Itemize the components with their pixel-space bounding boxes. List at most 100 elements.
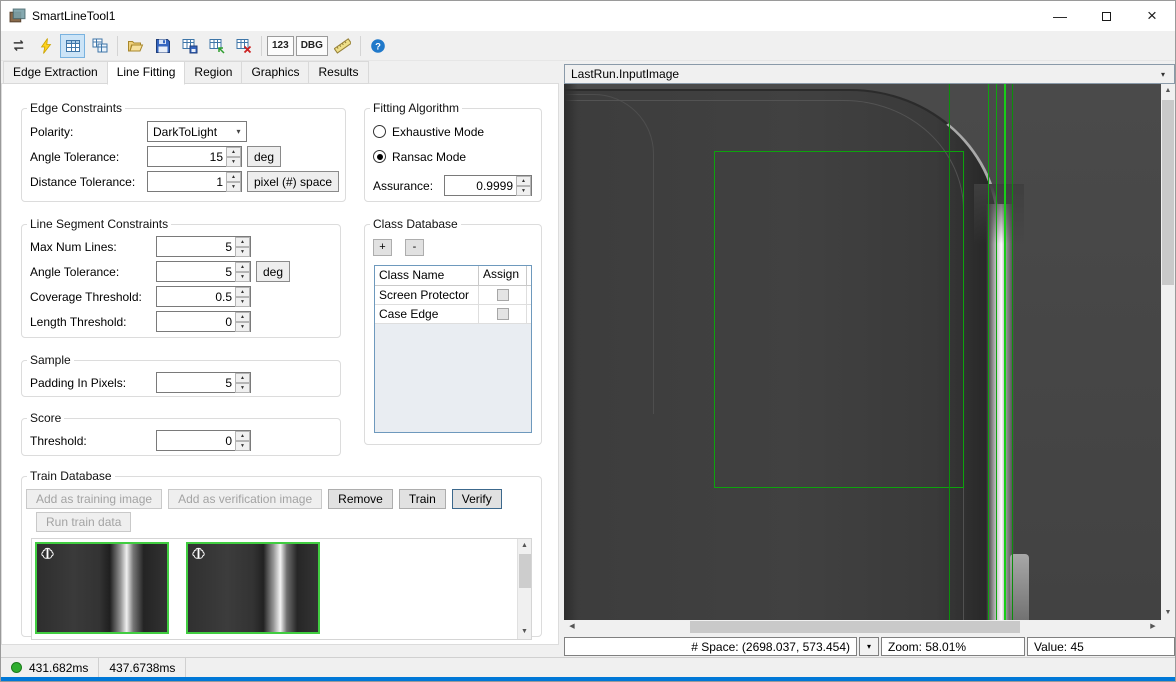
class-table[interactable]: Class Name Assign Screen Protector Case … [374, 265, 532, 433]
spin-up-button[interactable]: ▲ [226, 147, 241, 157]
scroll-left-icon[interactable]: ◀ [564, 620, 580, 634]
space-selector-dropdown[interactable]: ▾ [859, 637, 879, 656]
scroll-down-icon[interactable]: ▼ [1161, 606, 1175, 620]
spin-up-button[interactable]: ▲ [516, 176, 531, 186]
save-button[interactable] [150, 34, 175, 58]
length-threshold-input[interactable] [157, 312, 235, 331]
number-format-button[interactable]: 123 [267, 36, 294, 56]
distance-unit-button[interactable]: pixel (#) space [247, 171, 339, 192]
scrollbar-thumb[interactable] [519, 554, 531, 588]
spin-down-button[interactable]: ▼ [235, 272, 250, 282]
spin-down-button[interactable]: ▼ [226, 182, 241, 192]
padding-spinner[interactable]: ▲ ▼ [156, 372, 251, 393]
tab-results[interactable]: Results [308, 61, 368, 84]
swap-compare-button[interactable] [6, 34, 31, 58]
angle-tolerance-input[interactable] [148, 147, 226, 166]
scrollbar-thumb[interactable] [690, 621, 1020, 633]
assurance-spinner[interactable]: ▲ ▼ [444, 175, 532, 196]
segment-angle-tolerance-input[interactable] [157, 262, 235, 281]
scroll-right-icon[interactable]: ▶ [1145, 620, 1161, 634]
image-shading [564, 84, 578, 620]
training-thumbnail[interactable] [35, 542, 169, 634]
padding-input[interactable] [157, 373, 235, 392]
add-verification-image-button[interactable]: Add as verification image [168, 489, 322, 509]
tab-line-fitting[interactable]: Line Fitting [107, 61, 186, 85]
import-grid-button[interactable] [204, 34, 229, 58]
run-train-data-button[interactable]: Run train data [36, 512, 131, 532]
vertical-scrollbar[interactable]: ▲ ▼ [1161, 84, 1175, 620]
ransac-mode-radio[interactable]: Ransac Mode [365, 144, 541, 169]
remove-image-button[interactable]: Remove [328, 489, 393, 509]
angle-tolerance-spinner[interactable]: ▲ ▼ [147, 146, 242, 167]
segment-angle-unit-button[interactable]: deg [256, 261, 290, 282]
delete-grid-button[interactable] [231, 34, 256, 58]
maximize-button[interactable] [1083, 1, 1129, 31]
coverage-threshold-input[interactable] [157, 287, 235, 306]
image-status-row: # Space: (2698.037, 573.454) ▾ Zoom: 58.… [564, 637, 1175, 656]
coverage-threshold-spinner[interactable]: ▲ ▼ [156, 286, 251, 307]
distance-tolerance-spinner[interactable]: ▲ ▼ [147, 171, 242, 192]
distance-tolerance-input[interactable] [148, 172, 226, 191]
spin-down-button[interactable]: ▼ [235, 383, 250, 393]
scrollbar-thumb[interactable] [1162, 100, 1174, 285]
max-num-lines-input[interactable] [157, 237, 235, 256]
debug-button[interactable]: DBG [296, 36, 328, 56]
show-results-grid-button[interactable] [60, 34, 85, 58]
line-segment-title: Line Segment Constraints [27, 217, 171, 231]
spin-up-button[interactable]: ▲ [235, 373, 250, 383]
assign-checkbox[interactable] [497, 308, 509, 320]
class-database-title: Class Database [370, 217, 461, 231]
spin-down-button[interactable]: ▼ [235, 322, 250, 332]
run-tool-button[interactable] [33, 34, 58, 58]
tab-edge-extraction[interactable]: Edge Extraction [3, 61, 108, 84]
assurance-input[interactable] [445, 176, 516, 195]
table-row[interactable]: Case Edge [375, 305, 531, 324]
angle-unit-button[interactable]: deg [247, 146, 281, 167]
assign-checkbox[interactable] [497, 289, 509, 301]
thumbnail-scrollbar[interactable]: ▲ ▼ [517, 539, 531, 639]
spin-down-button[interactable]: ▼ [516, 186, 531, 196]
save-grid-button[interactable] [177, 34, 202, 58]
score-threshold-spinner[interactable]: ▲ ▼ [156, 430, 251, 451]
scroll-down-icon[interactable]: ▼ [518, 625, 531, 639]
length-threshold-spinner[interactable]: ▲ ▼ [156, 311, 251, 332]
spin-down-button[interactable]: ▼ [226, 157, 241, 167]
tab-graphics[interactable]: Graphics [241, 61, 309, 84]
add-training-image-button[interactable]: Add as training image [26, 489, 162, 509]
score-threshold-input[interactable] [157, 431, 235, 450]
verify-button[interactable]: Verify [452, 489, 502, 509]
copy-grid-button[interactable] [87, 34, 112, 58]
horizontal-scrollbar[interactable]: ◀ ▶ [564, 620, 1161, 634]
open-file-button[interactable] [123, 34, 148, 58]
close-button[interactable]: × [1129, 1, 1175, 31]
exhaustive-mode-radio[interactable]: Exhaustive Mode [365, 119, 541, 144]
max-num-lines-spinner[interactable]: ▲ ▼ [156, 236, 251, 257]
spin-down-button[interactable]: ▼ [235, 247, 250, 257]
train-button[interactable]: Train [399, 489, 446, 509]
spin-up-button[interactable]: ▲ [235, 262, 250, 272]
spin-up-button[interactable]: ▲ [226, 172, 241, 182]
minimize-button[interactable]: — [1037, 1, 1083, 31]
segment-angle-tolerance-spinner[interactable]: ▲ ▼ [156, 261, 251, 282]
image-source-dropdown[interactable]: LastRun.InputImage ▾ [564, 64, 1175, 84]
spin-up-button[interactable]: ▲ [235, 312, 250, 322]
table-row[interactable]: Screen Protector [375, 286, 531, 305]
assign-column-header[interactable]: Assign [479, 266, 527, 285]
polarity-dropdown[interactable]: DarkToLight ▾ [147, 121, 247, 142]
spin-down-button[interactable]: ▼ [235, 297, 250, 307]
add-class-button[interactable]: + [373, 239, 392, 256]
spin-up-button[interactable]: ▲ [235, 287, 250, 297]
spin-up-button[interactable]: ▲ [235, 431, 250, 441]
class-name-column-header[interactable]: Class Name [375, 266, 479, 285]
spin-up-button[interactable]: ▲ [235, 237, 250, 247]
scroll-up-icon[interactable]: ▲ [1161, 84, 1175, 98]
image-viewport[interactable] [564, 84, 1161, 620]
scroll-up-icon[interactable]: ▲ [518, 539, 531, 553]
measure-button[interactable] [330, 34, 355, 58]
tab-region[interactable]: Region [184, 61, 242, 84]
spin-down-button[interactable]: ▼ [235, 441, 250, 451]
tab-strip: Edge Extraction Line Fitting Region Grap… [3, 61, 368, 84]
remove-class-button[interactable]: - [405, 239, 424, 256]
training-thumbnail[interactable] [186, 542, 320, 634]
help-button[interactable]: ? [366, 34, 391, 58]
